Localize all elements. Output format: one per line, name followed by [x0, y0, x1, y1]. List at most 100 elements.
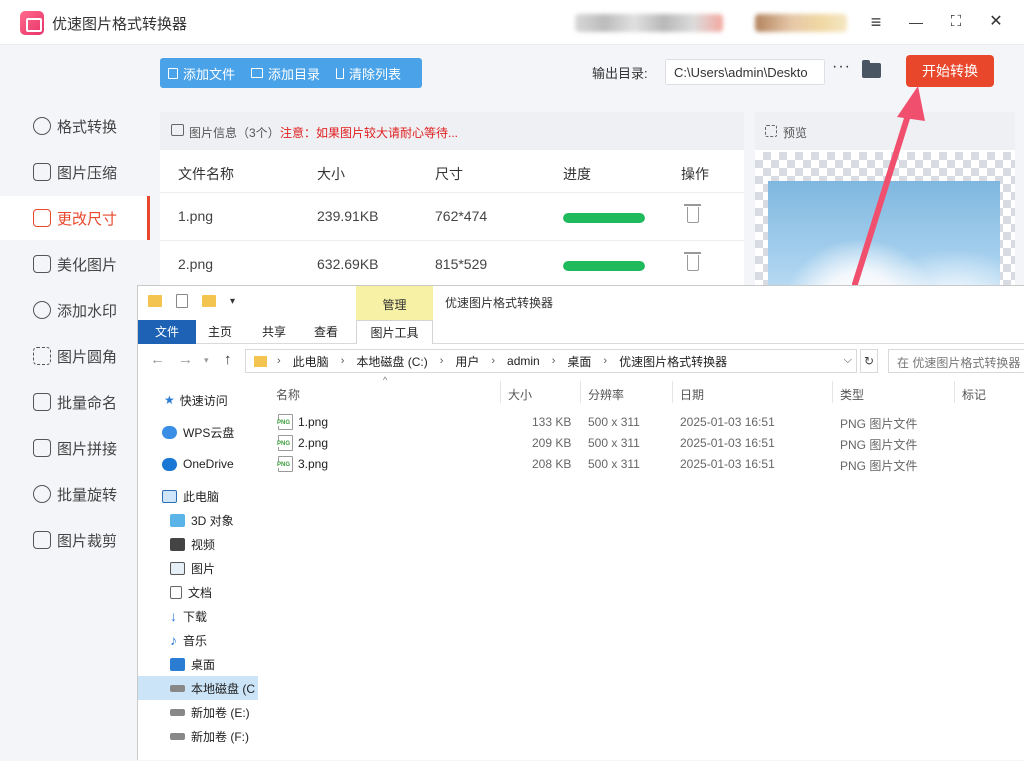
chevron-down-icon[interactable]: ▾ — [230, 296, 235, 307]
nav-pictures[interactable]: 图片 — [138, 556, 258, 580]
nav-videos[interactable]: 视频 — [138, 532, 258, 556]
more-options-button[interactable]: ··· — [832, 58, 851, 76]
maximize-icon[interactable]: ⛶ — [944, 10, 968, 34]
minimize-icon[interactable]: — — [904, 10, 928, 34]
list-item[interactable]: 3.png 208 KB 500 x 311 2025-01-03 16:51 … — [268, 454, 1024, 475]
menu-icon[interactable]: ≡ — [864, 10, 888, 34]
breadcrumb-item[interactable]: 此电脑 — [293, 353, 329, 370]
breadcrumb-item[interactable]: 桌面 — [567, 353, 591, 370]
folder-icon — [254, 355, 267, 367]
refresh-icon[interactable]: ↻ — [860, 349, 878, 373]
open-folder-icon[interactable] — [862, 60, 881, 78]
sidebar-item-format-convert[interactable]: 格式转换 — [0, 104, 150, 148]
breadcrumb-item[interactable]: admin — [507, 354, 540, 368]
tab-view[interactable]: 查看 — [304, 320, 348, 344]
recent-chevron-icon[interactable]: ▾ — [204, 355, 209, 366]
warning-note: 注意：如果图片较大请耐心等待... — [280, 126, 459, 140]
desktop-icon — [170, 657, 185, 671]
sidebar-item-rename[interactable]: 批量命名 — [0, 380, 150, 424]
tab-share[interactable]: 共享 — [252, 320, 296, 344]
nav-volume-e[interactable]: 新加卷 (E:) — [138, 700, 258, 724]
col-header-name[interactable]: 名称 — [276, 386, 300, 403]
breadcrumb-item[interactable]: 本地磁盘 (C:) — [356, 353, 427, 370]
vip-badge[interactable] — [755, 14, 847, 32]
up-icon[interactable]: ↑ — [224, 351, 232, 368]
sidebar-item-watermark[interactable]: 添加水印 — [0, 288, 150, 332]
col-header-resolution[interactable]: 分辨率 — [588, 386, 624, 403]
breadcrumb-item[interactable]: 用户 — [455, 353, 479, 370]
breadcrumb-separator: › — [277, 355, 281, 367]
col-header-tags[interactable]: 标记 — [962, 386, 986, 403]
tab-picture-tools[interactable]: 图片工具 — [356, 320, 433, 344]
file-list-pane: ^ 名称 大小 分辨率 日期 类型 标记 1.png 133 KB 500 x … — [268, 375, 1024, 761]
col-header-size[interactable]: 大小 — [508, 386, 532, 403]
manage-tab[interactable]: 管理 — [356, 286, 433, 320]
list-item[interactable]: 1.png 133 KB 500 x 311 2025-01-03 16:51 … — [268, 412, 1024, 433]
column-divider[interactable] — [580, 381, 581, 403]
sidebar-item-rotate[interactable]: 批量旋转 — [0, 472, 150, 516]
output-dir-label: 输出目录: — [592, 66, 648, 81]
sidebar-item-round-corner[interactable]: 图片圆角 — [0, 334, 150, 378]
delete-icon[interactable] — [684, 204, 701, 223]
sidebar-item-beautify[interactable]: 美化图片 — [0, 242, 150, 286]
nav-label: 视频 — [191, 537, 216, 552]
nav-local-disk-c[interactable]: 本地磁盘 (C — [138, 676, 258, 700]
navigation-pane: ★ 快速访问 WPS云盘 OneDrive 此电脑 3D 对象 视频 图片 文档… — [138, 379, 258, 761]
nav-label: 新加卷 (F:) — [191, 729, 249, 744]
chevron-down-icon[interactable]: ⌵ — [844, 354, 852, 367]
output-dir-input[interactable] — [665, 59, 825, 85]
nav-label: 下载 — [183, 609, 208, 624]
col-header-date[interactable]: 日期 — [680, 386, 704, 403]
tab-file[interactable]: 文件 — [138, 320, 196, 344]
sidebar-item-compress[interactable]: 图片压缩 — [0, 150, 150, 194]
properties-icon[interactable] — [176, 294, 188, 308]
video-icon — [170, 537, 185, 551]
column-divider[interactable] — [954, 381, 955, 403]
address-path[interactable]: › 此电脑 › 本地磁盘 (C:) › 用户 › admin › 桌面 › 优速… — [245, 349, 857, 373]
sidebar-item-resize[interactable]: 更改尺寸 — [0, 196, 150, 240]
close-icon[interactable]: ✕ — [984, 10, 1008, 34]
nav-this-pc[interactable]: 此电脑 — [138, 484, 258, 508]
nav-label: WPS云盘 — [183, 425, 235, 440]
column-divider[interactable] — [672, 381, 673, 403]
folder-icon[interactable] — [148, 295, 162, 307]
sidebar-item-label: 美化图片 — [57, 256, 118, 274]
back-icon[interactable]: ← — [150, 351, 165, 368]
music-icon: ♪ — [170, 632, 177, 648]
file-size: 632.69KB — [317, 256, 379, 272]
breadcrumb-item[interactable]: 优速图片格式转换器 — [619, 353, 727, 370]
col-header-type[interactable]: 类型 — [840, 386, 864, 403]
sidebar-item-stitch[interactable]: 图片拼接 — [0, 426, 150, 470]
search-input[interactable]: 在 优速图片格式转换器 — [888, 349, 1024, 373]
delete-icon[interactable] — [684, 252, 701, 271]
nav-volume-f[interactable]: 新加卷 (F:) — [138, 724, 258, 748]
resize-icon — [33, 209, 51, 227]
progress-bar — [563, 261, 645, 271]
clear-list-button[interactable]: 清除列表 — [328, 64, 409, 83]
user-account-area[interactable] — [575, 14, 723, 32]
add-file-button[interactable]: 添加文件 — [160, 64, 243, 83]
file-size: 209 KB — [532, 436, 572, 450]
nav-desktop[interactable]: 桌面 — [138, 652, 258, 676]
list-item[interactable]: 2.png 209 KB 500 x 311 2025-01-03 16:51 … — [268, 433, 1024, 454]
nav-onedrive[interactable]: OneDrive — [138, 452, 258, 476]
forward-icon[interactable]: → — [178, 351, 193, 368]
document-icon — [170, 585, 182, 599]
nav-label: 快速访问 — [179, 393, 228, 408]
nav-wps-cloud[interactable]: WPS云盘 — [138, 420, 258, 444]
file-type: PNG 图片文件 — [840, 438, 918, 452]
nav-downloads[interactable]: ↓ 下载 — [138, 604, 258, 628]
nav-music[interactable]: ♪ 音乐 — [138, 628, 258, 652]
nav-documents[interactable]: 文档 — [138, 580, 258, 604]
add-dir-button[interactable]: 添加目录 — [243, 64, 328, 83]
start-convert-button[interactable]: 开始转换 — [906, 55, 994, 87]
nav-3d-objects[interactable]: 3D 对象 — [138, 508, 258, 532]
column-divider[interactable] — [500, 381, 501, 403]
column-divider[interactable] — [832, 381, 833, 403]
tab-home[interactable]: 主页 — [198, 320, 242, 344]
nav-quick-access[interactable]: ★ 快速访问 — [138, 388, 258, 412]
app-title: 优速图片格式转换器 — [52, 16, 188, 33]
new-folder-icon[interactable] — [202, 295, 216, 307]
file-dims: 762*474 — [435, 208, 488, 224]
sidebar-item-crop[interactable]: 图片裁剪 — [0, 518, 150, 562]
